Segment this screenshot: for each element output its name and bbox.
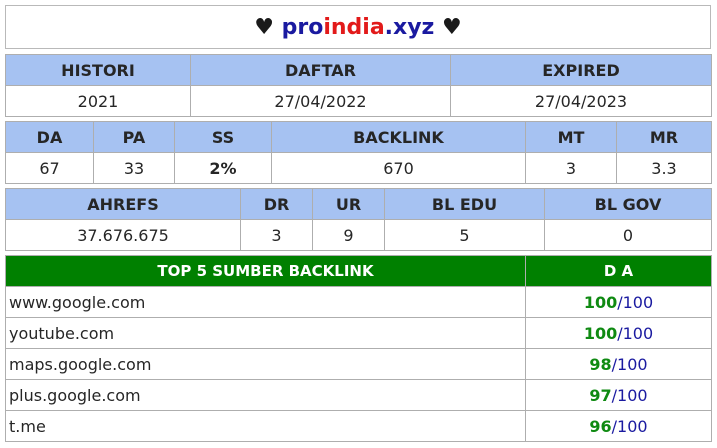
table-row: 37.676.675 3 9 5 0: [5, 219, 712, 251]
header-dr: DR: [240, 188, 313, 220]
domain-dates-table: HISTORI DAFTAR EXPIRED 2021 27/04/2022 2…: [5, 54, 712, 117]
da-value: 100: [583, 323, 618, 343]
header-da: DA: [5, 121, 94, 153]
header-ur: UR: [312, 188, 385, 220]
backlink-da: 100/100: [525, 317, 712, 349]
da-max: 100: [622, 323, 654, 343]
da-max: 100: [617, 385, 648, 405]
domain-part-india: india: [323, 14, 385, 40]
header-mr: MR: [616, 121, 712, 153]
table-row: 2021 27/04/2022 27/04/2023: [5, 85, 712, 117]
da-value: 97: [589, 385, 612, 405]
table-row: youtube.com 100/100: [5, 317, 712, 349]
heart-icon-left: ♥: [254, 14, 274, 40]
value-bl-edu: 5: [384, 219, 545, 251]
value-ahrefs: 37.676.675: [5, 219, 241, 251]
domain-part-tld: .xyz: [384, 14, 435, 40]
da-value: 100: [583, 292, 618, 312]
value-daftar: 27/04/2022: [190, 85, 451, 117]
table-header-row: DA PA SS BACKLINK MT MR: [5, 121, 712, 153]
table-row: www.google.com 100/100: [5, 286, 712, 318]
value-backlink: 670: [271, 152, 526, 184]
value-mr: 3.3: [616, 152, 712, 184]
value-bl-gov: 0: [544, 219, 712, 251]
value-histori: 2021: [5, 85, 191, 117]
da-value: 96: [589, 416, 612, 436]
header-daftar: DAFTAR: [190, 54, 451, 86]
header-da-col: D A: [525, 255, 712, 287]
table-header-row: AHREFS DR UR BL EDU BL GOV: [5, 188, 712, 220]
value-dr: 3: [240, 219, 313, 251]
value-da: 67: [5, 152, 94, 184]
table-row: t.me 96/100: [5, 410, 712, 442]
header-backlink: BACKLINK: [271, 121, 526, 153]
table-row: maps.google.com 98/100: [5, 348, 712, 380]
backlink-site: plus.google.com: [5, 379, 526, 411]
header-pa: PA: [93, 121, 175, 153]
value-ur: 9: [312, 219, 385, 251]
domain-part-pro: pro: [281, 14, 324, 40]
header-top5: TOP 5 SUMBER BACKLINK: [5, 255, 526, 287]
da-max: 100: [622, 292, 654, 312]
table-header-row: HISTORI DAFTAR EXPIRED: [5, 54, 712, 86]
top-backlink-sources-table: TOP 5 SUMBER BACKLINK D A www.google.com…: [5, 255, 712, 442]
header-mt: MT: [525, 121, 617, 153]
backlink-da: 100/100: [525, 286, 712, 318]
backlink-da: 97/100: [525, 379, 712, 411]
backlink-site: www.google.com: [5, 286, 526, 318]
header-bl-edu: BL EDU: [384, 188, 545, 220]
heart-icon-right: ♥: [442, 14, 462, 40]
da-max: 100: [617, 416, 648, 436]
backlink-site: t.me: [5, 410, 526, 442]
backlink-da: 96/100: [525, 410, 712, 442]
value-mt: 3: [525, 152, 617, 184]
value-pa: 33: [93, 152, 175, 184]
value-expired: 27/04/2023: [450, 85, 712, 117]
da-max: 100: [617, 354, 648, 374]
value-ss: 2%: [174, 152, 272, 184]
header-ahrefs: AHREFS: [5, 188, 241, 220]
table-header-row: TOP 5 SUMBER BACKLINK D A: [5, 255, 712, 287]
page-title: ♥ pro india .xyz ♥: [5, 5, 711, 49]
backlink-da: 98/100: [525, 348, 712, 380]
header-ss: SS: [174, 121, 272, 153]
da-value: 98: [589, 354, 612, 374]
table-row: 67 33 2% 670 3 3.3: [5, 152, 712, 184]
header-bl-gov: BL GOV: [544, 188, 712, 220]
metrics-table: DA PA SS BACKLINK MT MR 67 33 2% 670 3 3…: [5, 121, 712, 184]
backlink-site: maps.google.com: [5, 348, 526, 380]
header-expired: EXPIRED: [450, 54, 712, 86]
ahrefs-table: AHREFS DR UR BL EDU BL GOV 37.676.675 3 …: [5, 188, 712, 251]
table-row: plus.google.com 97/100: [5, 379, 712, 411]
backlink-site: youtube.com: [5, 317, 526, 349]
header-histori: HISTORI: [5, 54, 191, 86]
